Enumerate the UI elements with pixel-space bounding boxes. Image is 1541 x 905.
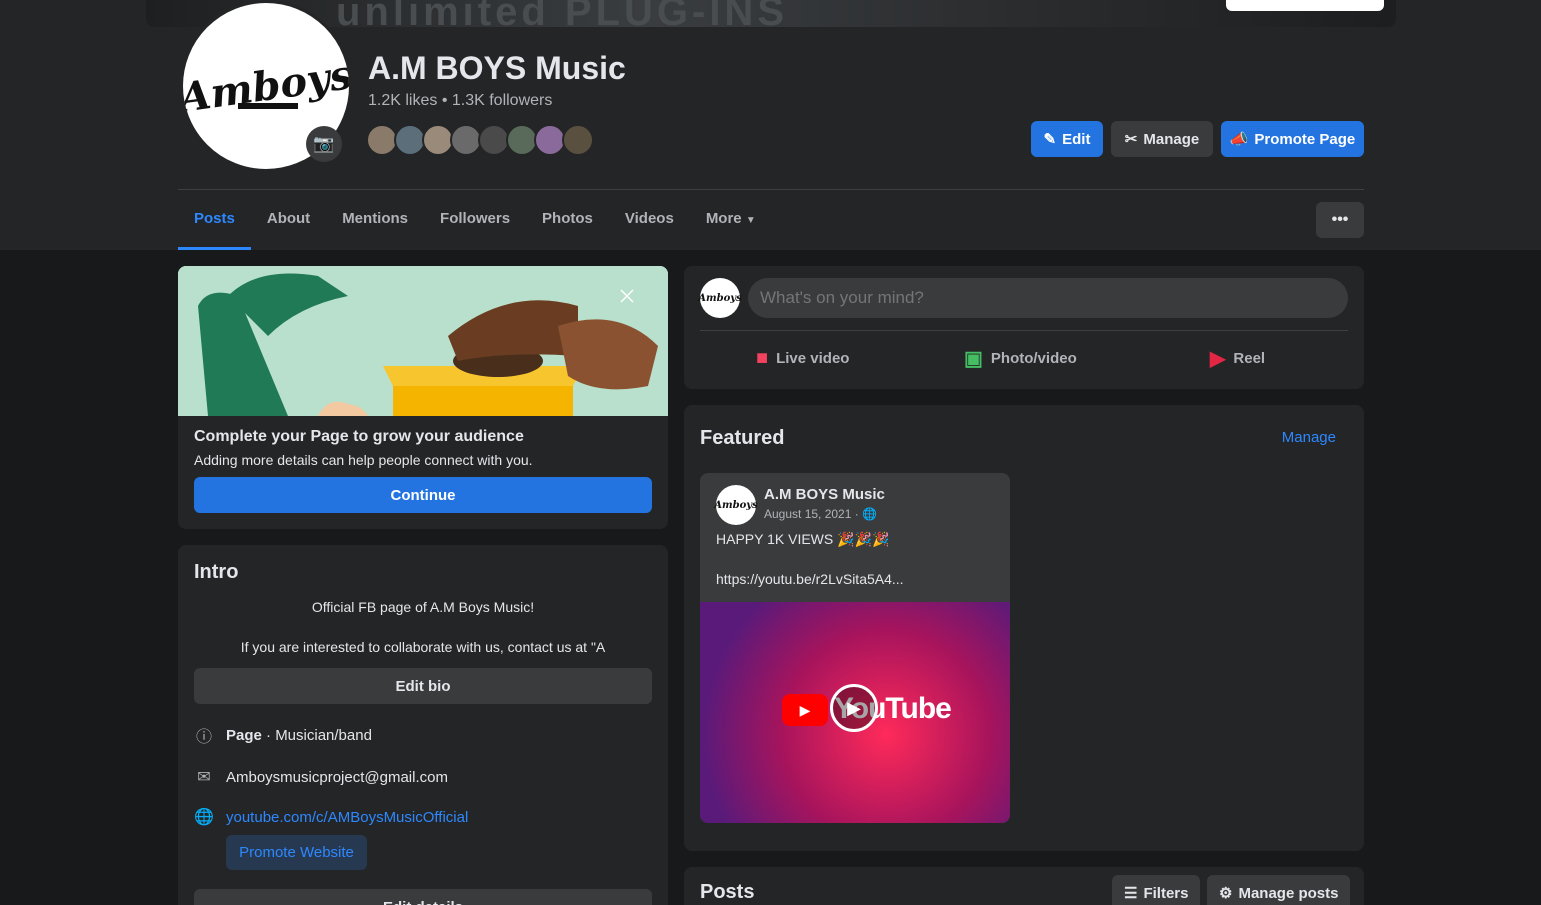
cover-photo[interactable]: unlimited PLUG-INS <box>146 0 1396 27</box>
composer-divider <box>700 330 1348 331</box>
intro-title: Intro <box>194 561 239 583</box>
follower-avatar[interactable] <box>562 124 594 156</box>
page-category: · Musician/band <box>261 726 372 744</box>
edit-cover-button[interactable] <box>1226 0 1384 11</box>
camera-icon[interactable]: 📷 <box>306 126 342 162</box>
tab-posts[interactable]: Posts <box>178 190 251 250</box>
edit-button[interactable]: ✎ Edit <box>1031 121 1103 157</box>
megaphone-icon: 📣 <box>1229 131 1249 148</box>
video-camera-icon: ■ <box>756 346 769 369</box>
website-link[interactable]: youtube.com/c/AMBoysMusicOfficial <box>226 809 468 826</box>
photo-video-button[interactable]: ▣ Photo/video <box>964 342 1077 374</box>
email-row: ✉ Amboysmusicproject@gmail.com <box>194 767 448 787</box>
featured-manage-link[interactable]: Manage <box>1282 429 1336 446</box>
amboys-logo: Amboys <box>180 50 352 122</box>
pencil-icon: ✎ <box>1043 131 1057 148</box>
featured-post[interactable]: Amboys A.M BOYS Music August 15, 2021 · … <box>700 473 1010 823</box>
whats-on-your-mind-input[interactable] <box>748 278 1348 318</box>
page-stats[interactable]: 1.2K likes • 1.3K followers <box>368 92 552 110</box>
info-icon: ⓘ <box>195 729 212 746</box>
globe-icon: 🌐 <box>862 507 878 521</box>
manage-button[interactable]: ✂ Manage <box>1111 121 1213 157</box>
logo-underline <box>238 103 298 109</box>
live-video-button[interactable]: ■ Live video <box>756 342 849 374</box>
composer-card: Amboys ■ Live video ▣ Photo/video ▶ Reel <box>684 266 1364 389</box>
edit-details-button[interactable]: Edit details <box>194 889 652 905</box>
post-date[interactable]: August 15, 2021 · 🌐 <box>764 507 877 521</box>
more-options-button[interactable]: ••• <box>1316 202 1364 238</box>
tab-followers[interactable]: Followers <box>424 190 526 250</box>
youtube-icon: ▶ <box>782 694 828 726</box>
filters-button[interactable]: ☰ Filters <box>1112 875 1201 905</box>
play-icon[interactable]: ▶ <box>830 684 878 732</box>
cover-text: unlimited PLUG-INS <box>336 0 788 27</box>
bio-line: Official FB page of A.M Boys Music! <box>311 599 535 615</box>
photo-icon: ▣ <box>964 347 983 370</box>
page-category-row: ⓘ Page · Musician/band <box>194 725 372 747</box>
post-author-name[interactable]: A.M BOYS Music <box>764 486 885 503</box>
tab-about[interactable]: About <box>251 190 326 250</box>
tab-videos[interactable]: Videos <box>609 190 690 250</box>
follower-avatars[interactable] <box>366 124 594 156</box>
featured-card: Featured Manage Amboys A.M BOYS Music Au… <box>684 405 1364 851</box>
tools-icon: ✂ <box>1124 131 1138 148</box>
post-link[interactable]: https://youtu.be/r2LvSita5A4... <box>716 571 904 587</box>
posts-title: Posts <box>700 881 755 903</box>
intro-card: Intro Official FB page of A.M Boys Music… <box>178 545 668 905</box>
promo-subtitle: Adding more details can help people conn… <box>194 452 533 468</box>
post-author-avatar[interactable]: Amboys <box>714 485 758 525</box>
tab-more[interactable]: More ▼ <box>690 190 772 250</box>
posts-card: Posts ☰ Filters ⚙ Manage posts <box>684 867 1364 905</box>
edit-bio-button[interactable]: Edit bio <box>194 668 652 704</box>
bio-line: If you are interested to collaborate wit… <box>240 639 606 655</box>
page-tabs: Posts About Mentions Followers Photos Vi… <box>178 190 772 250</box>
filters-icon: ☰ <box>1124 885 1138 902</box>
promote-page-button[interactable]: 📣 Promote Page <box>1221 121 1364 157</box>
globe-icon: 🌐 <box>194 809 214 826</box>
promo-title: Complete your Page to grow your audience <box>194 428 524 445</box>
post-text: HAPPY 1K VIEWS 🎉🎉🎉 <box>716 531 890 547</box>
reel-button[interactable]: ▶ Reel <box>1210 342 1265 374</box>
gear-icon: ⚙ <box>1219 885 1233 902</box>
post-video-thumbnail[interactable]: ▶ YouTube ▶ <box>700 602 1010 823</box>
manage-posts-button[interactable]: ⚙ Manage posts <box>1207 875 1351 905</box>
continue-button[interactable]: Continue <box>194 477 652 513</box>
email-text[interactable]: Amboysmusicproject@gmail.com <box>226 769 448 786</box>
promo-illustration <box>178 266 668 416</box>
envelope-icon: ✉ <box>197 769 211 786</box>
page-label: Page <box>226 726 262 744</box>
tab-mentions[interactable]: Mentions <box>326 190 424 250</box>
complete-page-card: Complete your Page to grow your audience… <box>178 266 668 529</box>
caret-down-icon: ▼ <box>745 215 756 226</box>
featured-title: Featured <box>700 427 785 449</box>
tab-photos[interactable]: Photos <box>526 190 609 250</box>
page-title: A.M BOYS Music <box>368 50 626 86</box>
composer-avatar[interactable]: Amboys <box>698 278 742 318</box>
website-row: 🌐 youtube.com/c/AMBoysMusicOfficial <box>194 807 468 827</box>
promote-website-button[interactable]: Promote Website <box>226 835 367 870</box>
reel-icon: ▶ <box>1210 347 1226 370</box>
